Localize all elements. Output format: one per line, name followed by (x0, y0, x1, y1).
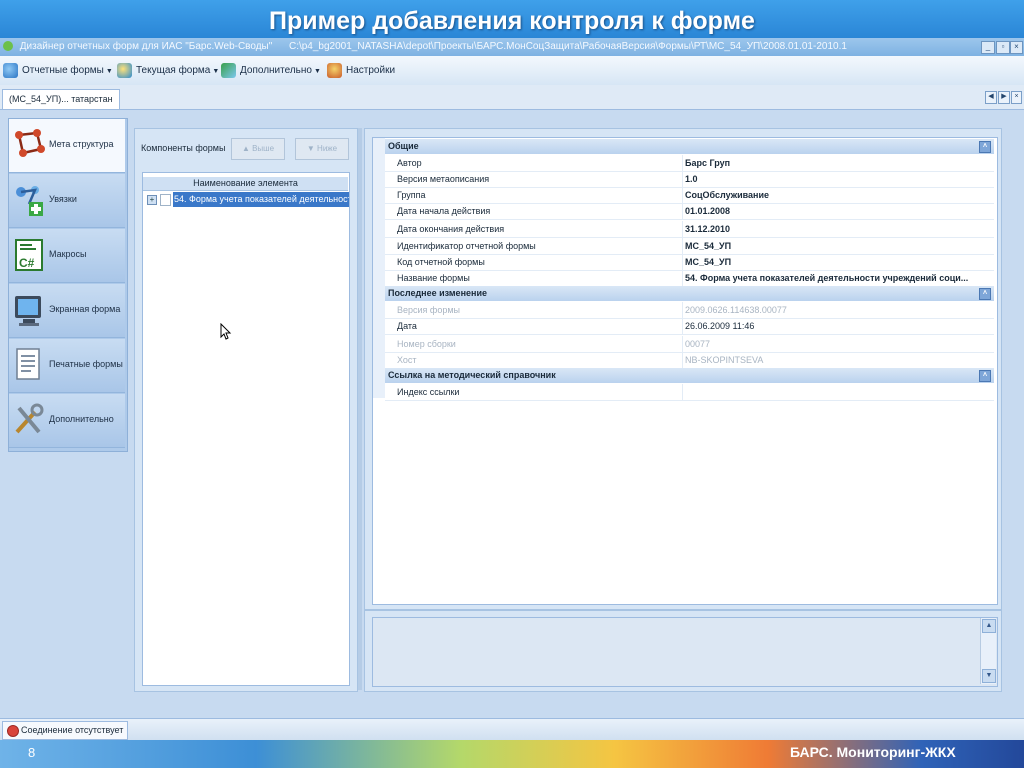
components-tree[interactable] (142, 172, 350, 686)
tab-next-icon[interactable]: ▶ (998, 91, 1010, 104)
menu-current-form[interactable]: Текущая форма ▼ (117, 63, 219, 79)
move-down-button[interactable]: ▼ Ниже (295, 138, 349, 160)
tree-row-label: 54. Форма учета показателей деятельности (173, 192, 349, 207)
description-scrollbar[interactable]: ▲ ▼ (980, 618, 996, 684)
slide-brand: БАРС. Мониторинг-ЖКХ (790, 744, 956, 760)
panel-splitter[interactable] (358, 128, 362, 690)
components-title: Компоненты формы (141, 143, 226, 153)
tab-close-icon[interactable]: × (1011, 91, 1022, 104)
group-last-change[interactable]: Последнее изменение ˄ (385, 286, 994, 301)
settings-icon (327, 63, 342, 78)
menu-extra[interactable]: Дополнительно ▼ (221, 63, 321, 79)
status-bar: Соединение отсутствует (0, 718, 1024, 741)
nav-macros[interactable]: C# Макросы (9, 229, 125, 283)
property-row[interactable]: Индекс ссылки (385, 384, 994, 401)
tab-prev-icon[interactable]: ◀ (985, 91, 997, 104)
links-icon (16, 186, 43, 216)
svg-text:C#: C# (19, 256, 35, 270)
tools-icon (15, 403, 44, 434)
minimize-icon[interactable]: _ (981, 41, 995, 54)
property-row: Версия формы 2009.0626.114638.00077 (385, 302, 994, 319)
connection-status: Соединение отсутствует (2, 721, 129, 740)
menu-settings[interactable]: Настройки (327, 63, 395, 79)
nav-extra[interactable]: Дополнительно (9, 394, 125, 448)
print-forms-icon (16, 348, 40, 380)
window-title-bar: Дизайнер отчетных форм для ИАС "Барс.Web… (0, 38, 1024, 56)
close-icon[interactable]: × (1010, 41, 1023, 54)
description-text[interactable] (372, 617, 998, 687)
meta-structure-icon (15, 129, 45, 157)
restore-icon[interactable]: ▫ (996, 41, 1010, 54)
property-row[interactable]: Дата начала действия 01.01.2008 (385, 203, 994, 220)
scroll-down-icon[interactable]: ▼ (982, 669, 996, 683)
property-row[interactable]: Дата окончания действия 31.12.2010 (385, 221, 994, 238)
group-method-reference[interactable]: Ссылка на методический справочник ˄ (385, 368, 994, 383)
collapse-icon[interactable]: ˄ (979, 288, 991, 300)
extra-icon (221, 63, 236, 78)
property-row[interactable]: Автор Барс Груп (385, 155, 994, 172)
property-row[interactable]: Группа СоцОбслуживание (385, 187, 994, 204)
row-checkbox[interactable] (160, 194, 171, 206)
nav-screen-form[interactable]: Экранная форма (9, 284, 125, 338)
property-row[interactable]: Название формы 54. Форма учета показателе… (385, 270, 994, 287)
nav-meta-structure[interactable]: Мета структура (9, 119, 125, 173)
collapse-icon[interactable]: ˄ (979, 141, 991, 153)
property-row[interactable]: Версия метаописания 1.0 (385, 171, 994, 188)
menu-report-forms[interactable]: Отчетные формы ▼ (3, 63, 113, 79)
macros-icon: C# (15, 239, 43, 271)
screen-form-icon (15, 296, 41, 326)
collapse-icon[interactable]: ˄ (979, 370, 991, 382)
property-row[interactable]: Код отчетной формы МС_54_УП (385, 254, 994, 271)
property-row: Номер сборки 00077 (385, 336, 994, 353)
app-icon (3, 41, 13, 52)
nav-print-forms[interactable]: Печатные формы (9, 339, 125, 393)
left-navigation: Мета структура Увязки C# Макросы Экранна… (8, 118, 128, 452)
window-title: Дизайнер отчетных форм для ИАС "Барс.Web… (19, 41, 273, 52)
mouse-cursor-icon (220, 323, 232, 340)
property-row[interactable]: Дата 26.06.2009 11:46 (385, 318, 994, 335)
tree-column-header: Наименование элемента (143, 177, 348, 191)
property-row: Хост NB-SKOPINTSEVA (385, 352, 994, 369)
connection-error-icon (7, 725, 19, 737)
property-grid-margin (373, 138, 385, 398)
expand-icon[interactable]: + (147, 195, 157, 205)
tree-row[interactable]: + 54. Форма учета показателей деятельнос… (145, 192, 349, 207)
group-general[interactable]: Общие ˄ (385, 139, 994, 154)
window-path: C:\p4_bg2001_NATASHA\depot\Проекты\БАРС.… (288, 41, 847, 52)
nav-links[interactable]: Увязки (9, 174, 125, 228)
menu-bar: Отчетные формы ▼ Текущая форма ▼ Дополните… (0, 56, 1024, 86)
scroll-up-icon[interactable]: ▲ (982, 619, 996, 633)
property-row[interactable]: Идентификатор отчетной формы МС_54_УП (385, 238, 994, 255)
current-form-icon (117, 63, 132, 78)
slide-page-number: 8 (28, 745, 36, 760)
document-tab[interactable]: (МС_54_УП)... татарстан (2, 89, 120, 109)
slide-title: Пример добавления контроля к форме (0, 0, 1024, 38)
forms-icon (3, 63, 18, 78)
document-tab-strip: (МС_54_УП)... татарстан ◀ ▶ × (0, 85, 1024, 110)
move-up-button[interactable]: ▲ Выше (231, 138, 285, 160)
